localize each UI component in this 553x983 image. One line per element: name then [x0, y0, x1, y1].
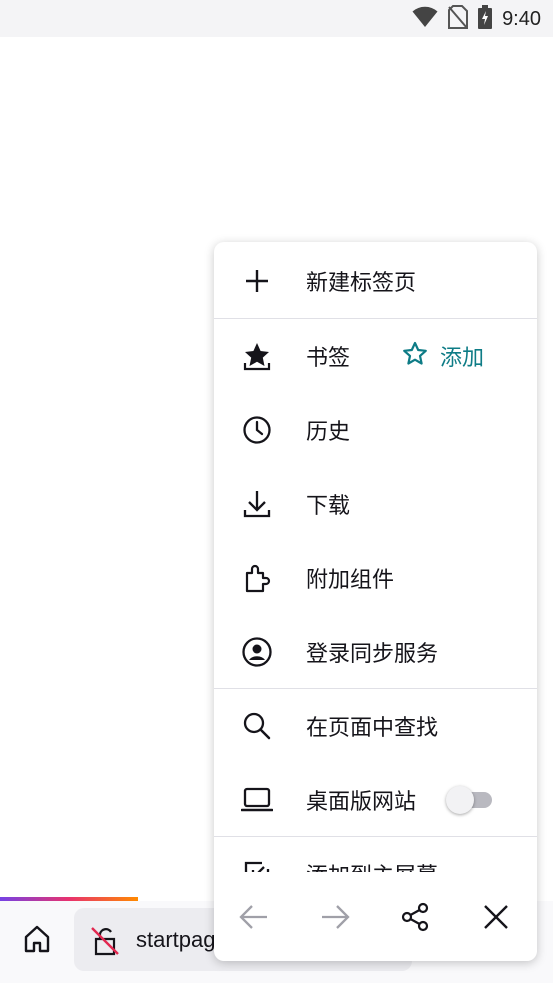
menu-item-bookmarks[interactable]: 书签 添加 [214, 319, 537, 393]
forward-button[interactable] [315, 899, 355, 939]
close-icon [482, 903, 510, 935]
share-icon [399, 901, 431, 937]
menu-item-label: 登录同步服务 [306, 642, 439, 667]
menu-item-addons[interactable]: 附加组件 [214, 541, 537, 615]
plus-icon [240, 264, 274, 298]
forward-arrow-icon [319, 903, 351, 935]
status-bar: 9:40 [0, 0, 553, 37]
add-bookmark-label: 添加 [440, 346, 485, 371]
menu-item-label: 历史 [306, 420, 351, 445]
main-menu: 新建标签页 书签 添加 历史 下载 附加组件 登录同步服务 在页面中查找 桌面版… [214, 242, 537, 961]
add-to-home-icon [240, 857, 274, 872]
menu-item-sync-signin[interactable]: 登录同步服务 [214, 615, 537, 689]
menu-item-new-tab[interactable]: 新建标签页 [214, 244, 537, 318]
menu-nav-row [214, 882, 537, 952]
insecure-lock-icon[interactable] [88, 924, 122, 958]
menu-item-add-to-home[interactable]: 添加到主屏幕 [214, 837, 537, 872]
home-button[interactable] [14, 919, 60, 963]
menu-item-desktop-site[interactable]: 桌面版网站 [214, 763, 537, 837]
back-arrow-icon [238, 903, 270, 935]
menu-item-label: 桌面版网站 [306, 790, 417, 815]
menu-item-label: 新建标签页 [306, 271, 417, 296]
puzzle-icon [240, 561, 274, 595]
menu-item-label: 在页面中查找 [306, 716, 439, 741]
no-sim-icon [448, 5, 469, 33]
menu-item-history[interactable]: 历史 [214, 393, 537, 467]
status-time: 9:40 [502, 7, 541, 30]
clock-icon [240, 413, 274, 447]
laptop-icon [240, 783, 274, 817]
menu-item-label: 附加组件 [306, 568, 395, 593]
menu-item-label: 添加到主屏幕 [306, 858, 438, 872]
toggle-knob [446, 786, 474, 814]
share-button[interactable] [395, 899, 435, 939]
download-icon [240, 487, 274, 521]
menu-item-label: 下载 [306, 494, 351, 519]
close-menu-button[interactable] [476, 899, 516, 939]
search-icon [240, 709, 274, 743]
menu-item-find-in-page[interactable]: 在页面中查找 [214, 689, 537, 763]
account-icon [240, 635, 274, 669]
menu-item-label: 书签 [306, 346, 351, 371]
wifi-icon [412, 6, 438, 32]
add-bookmark-button[interactable]: 添加 [402, 319, 484, 393]
menu-item-downloads[interactable]: 下载 [214, 467, 537, 541]
home-icon [22, 924, 52, 958]
star-outline-icon [402, 341, 428, 371]
back-button[interactable] [234, 899, 274, 939]
battery-charging-icon [478, 5, 493, 33]
menu-items-list[interactable]: 新建标签页 书签 添加 历史 下载 附加组件 登录同步服务 在页面中查找 桌面版… [214, 242, 537, 872]
desktop-site-toggle[interactable] [446, 786, 494, 814]
bookmark-star-icon [240, 339, 274, 373]
